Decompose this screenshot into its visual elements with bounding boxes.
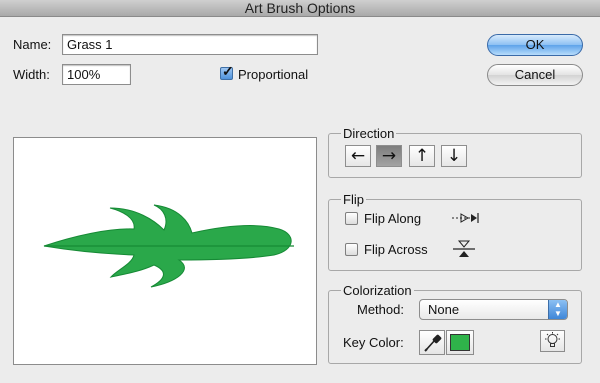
- key-color-swatch-button[interactable]: [446, 330, 474, 355]
- arrow-down-icon: ↓: [446, 146, 462, 166]
- colorization-title: Colorization: [341, 283, 414, 298]
- art-brush-options-dialog: Art Brush Options Name: Width: ✓ Proport…: [0, 0, 600, 383]
- arrow-right-icon: →: [381, 146, 397, 166]
- proportional-label: Proportional: [238, 67, 309, 82]
- width-input[interactable]: [62, 64, 131, 85]
- flip-along-label: Flip Along: [364, 211, 422, 226]
- grass-brush-shape: [43, 204, 294, 288]
- direction-right-button[interactable]: →: [376, 145, 402, 167]
- checkmark-icon: ✓: [222, 63, 234, 79]
- key-color-swatch: [450, 334, 470, 351]
- ok-button[interactable]: OK: [487, 34, 583, 56]
- arrow-up-icon: ↑: [414, 146, 430, 166]
- flip-title: Flip: [341, 192, 366, 207]
- lightbulb-icon: [545, 332, 560, 347]
- method-label: Method:: [357, 302, 404, 317]
- key-color-label: Key Color:: [343, 335, 404, 350]
- eyedropper-icon: [424, 334, 442, 352]
- arrow-left-icon: ←: [350, 146, 366, 166]
- proportional-checkbox[interactable]: ✓: [220, 63, 234, 80]
- name-input[interactable]: [62, 34, 318, 55]
- width-label: Width:: [13, 67, 50, 82]
- method-select-value: None: [428, 302, 460, 317]
- flip-across-label: Flip Across: [364, 242, 428, 257]
- flip-across-checkbox[interactable]: [345, 243, 358, 256]
- method-select[interactable]: None ▲ ▼: [419, 299, 568, 320]
- flip-along-icon: [452, 213, 479, 223]
- brush-preview: [13, 137, 317, 365]
- flip-group: [328, 199, 582, 271]
- direction-down-button[interactable]: ↓: [441, 145, 467, 167]
- title-bar: Art Brush Options: [0, 0, 600, 17]
- flip-along-checkbox[interactable]: [345, 212, 358, 225]
- flip-across-icon: [453, 240, 475, 257]
- name-label: Name:: [13, 37, 52, 52]
- window-title: Art Brush Options: [244, 0, 356, 16]
- eyedropper-button[interactable]: [419, 330, 445, 355]
- direction-up-button[interactable]: ↑: [409, 145, 435, 167]
- direction-title: Direction: [341, 126, 397, 141]
- tips-button[interactable]: [540, 330, 565, 352]
- select-stepper-icon: ▲ ▼: [548, 300, 567, 319]
- direction-left-button[interactable]: ←: [345, 145, 371, 167]
- cancel-button[interactable]: Cancel: [487, 64, 583, 86]
